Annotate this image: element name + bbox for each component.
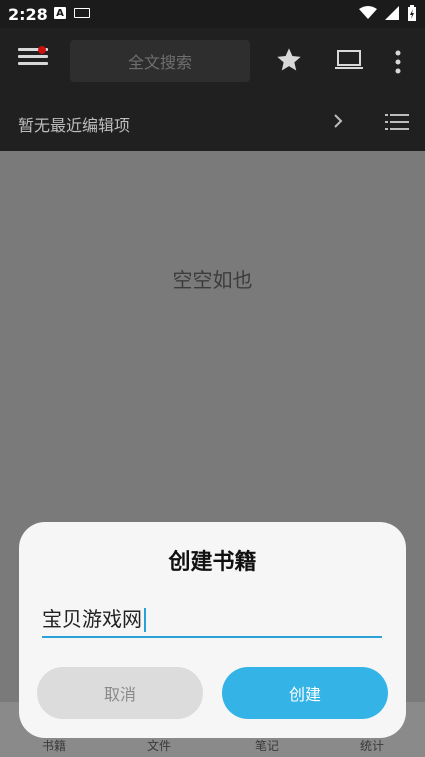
cell-signal-icon [385, 6, 399, 20]
nav-item-stats[interactable]: 统计 [360, 737, 384, 754]
cancel-button[interactable]: 取消 [37, 667, 203, 719]
nav-item-files[interactable]: 文件 [147, 737, 171, 754]
wifi-icon [359, 6, 377, 19]
status-system-icons [359, 5, 417, 21]
chevron-right-icon[interactable] [332, 112, 344, 130]
book-name-value: 宝贝游戏网 [42, 607, 142, 631]
app-bar: 全文搜索 [0, 28, 425, 94]
nav-item-books[interactable]: 书籍 [42, 737, 66, 754]
recent-edit-text: 暂无最近编辑项 [18, 116, 131, 135]
status-bar: 2:28 A [0, 0, 425, 28]
recent-bar[interactable]: 暂无最近编辑项 [0, 94, 425, 151]
text-caret [144, 608, 146, 632]
create-button[interactable]: 创建 [222, 667, 388, 719]
nav-item-notes[interactable]: 笔记 [255, 737, 279, 754]
more-vert-icon[interactable] [395, 50, 401, 74]
dialog-title: 创建书籍 [168, 550, 257, 575]
star-icon[interactable] [275, 46, 303, 74]
book-name-input[interactable]: 宝贝游戏网 [42, 604, 382, 638]
list-icon[interactable] [385, 112, 409, 132]
create-book-dialog: 创建书籍 宝贝游戏网 取消 创建 [19, 522, 406, 738]
status-notification-icons: A [54, 7, 90, 19]
a-notification-icon: A [54, 7, 66, 19]
battery-charging-icon [408, 5, 416, 21]
laptop-icon[interactable] [335, 48, 363, 72]
notification-dot [38, 46, 46, 54]
search-box[interactable]: 全文搜索 [70, 40, 250, 82]
status-time: 2:28 [8, 5, 48, 24]
empty-state-text: 空空如也 [172, 268, 253, 292]
keyboard-icon [74, 8, 90, 18]
